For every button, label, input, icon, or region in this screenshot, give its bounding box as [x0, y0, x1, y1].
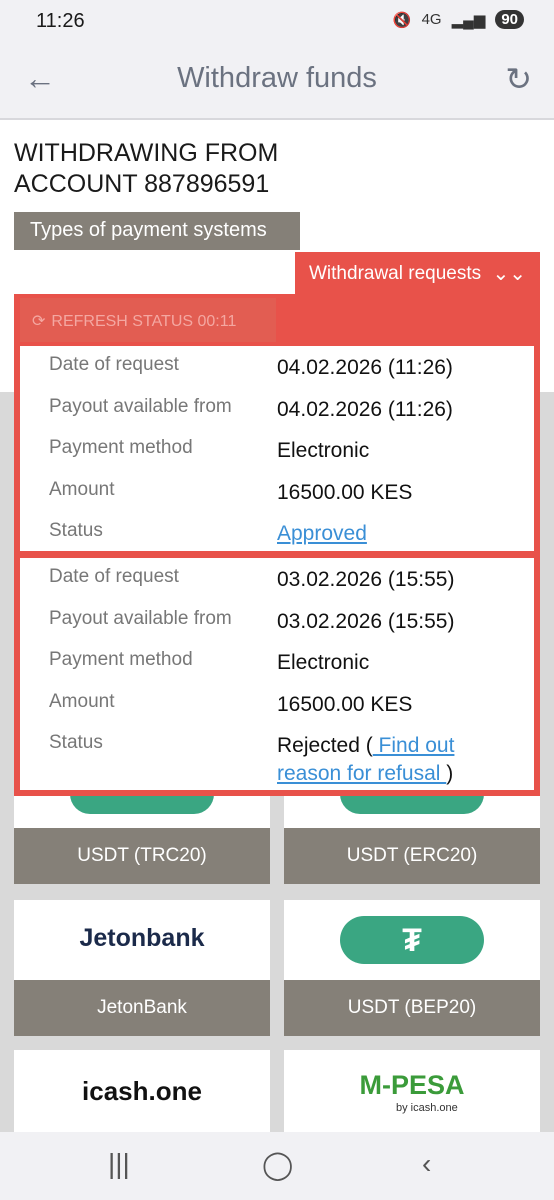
heading-line-2: ACCOUNT 887896591: [14, 170, 270, 198]
tab-types-of-payment-systems[interactable]: Types of payment systems: [14, 212, 300, 250]
refusal-reason-link[interactable]: Find out: [373, 734, 455, 757]
value-amount: 16500.00 KES: [277, 481, 413, 504]
jetonbank-logo: Jetonbank: [79, 924, 205, 952]
mpesa-logo: M-PESA: [359, 1070, 465, 1100]
status-suffix: ): [446, 762, 454, 785]
label-status: Status: [49, 732, 103, 753]
payment-tile-jetonbank[interactable]: Jetonbank: [14, 900, 270, 980]
tether-logo-icon: ₮: [340, 916, 484, 964]
refusal-reason-link[interactable]: reason for refusal: [277, 762, 446, 785]
mute-icon: 🔇: [392, 11, 412, 29]
label-date: Date of request: [49, 354, 179, 375]
battery-level: 90: [495, 10, 524, 29]
value-method: Electronic: [277, 439, 370, 462]
payment-label-jetonbank[interactable]: JetonBank: [14, 980, 270, 1036]
clock: 11:26: [36, 10, 85, 32]
label-amount: Amount: [49, 691, 115, 712]
status-rejected-text: Rejected (: [277, 734, 373, 757]
back-icon[interactable]: ‹: [422, 1148, 431, 1180]
label-method: Payment method: [49, 649, 193, 670]
tab-withdrawal-requests-label: Withdrawal requests: [309, 263, 482, 284]
withdrawal-request-card: Date of request 04.02.2026 (11:26) Payout…: [20, 346, 534, 551]
value-payout: 04.02.2026 (11:26): [277, 398, 453, 421]
recent-apps-icon[interactable]: |||: [108, 1148, 130, 1180]
payment-label-usdt-trc20[interactable]: USDT (TRC20): [14, 828, 270, 884]
payment-label-usdt-erc20[interactable]: USDT (ERC20): [284, 828, 540, 884]
withdrawal-requests-panel: ⟳ REFRESH STATUS 00:11 Date of request 04.…: [14, 294, 540, 796]
app-bar: ← Withdraw funds ↻: [0, 42, 554, 120]
payment-tile-mpesa[interactable]: M-PESA by icash.one: [284, 1050, 540, 1132]
label-payout: Payout available from: [49, 608, 232, 629]
value-amount: 16500.00 KES: [277, 693, 413, 716]
refresh-icon: ⟳: [32, 313, 46, 330]
double-chevron-down-icon: ⌄⌄: [492, 263, 526, 285]
value-payout: 03.02.2026 (15:55): [277, 610, 455, 633]
payment-tile-icash[interactable]: icash.one: [14, 1050, 270, 1132]
system-nav-bar: ||| ◯ ‹: [0, 1132, 554, 1200]
label-date: Date of request: [49, 566, 179, 587]
home-icon[interactable]: ◯: [262, 1148, 293, 1181]
tab-withdrawal-requests[interactable]: Withdrawal requests ⌄⌄: [295, 252, 540, 296]
label-payout: Payout available from: [49, 396, 232, 417]
refresh-status-label: REFRESH STATUS 00:11: [51, 313, 237, 330]
refresh-icon[interactable]: ↻: [505, 60, 532, 98]
icash-logo: icash.one: [82, 1076, 202, 1106]
signal-icon: ▂▄▆: [451, 11, 486, 29]
mpesa-logo-sub: by icash.one: [396, 1102, 458, 1114]
page-title: Withdraw funds: [177, 62, 377, 94]
withdraw-funds-screen: 11:26 🔇 4G ▂▄▆ 90 ← Withdraw funds ↻ WIT…: [0, 0, 554, 1200]
refresh-status-button[interactable]: ⟳ REFRESH STATUS 00:11: [20, 298, 276, 342]
network-label: 4G: [421, 11, 442, 28]
label-amount: Amount: [49, 479, 115, 500]
label-method: Payment method: [49, 437, 193, 458]
heading-line-1: WITHDRAWING FROM: [14, 139, 279, 167]
status-approved-link[interactable]: Approved: [277, 520, 367, 548]
value-date: 03.02.2026 (15:55): [277, 568, 455, 591]
status-rejected: Rejected ( Find out reason for refusal ): [277, 732, 517, 788]
payment-label-usdt-bep20[interactable]: USDT (BEP20): [284, 980, 540, 1036]
value-method: Electronic: [277, 651, 370, 674]
value-date: 04.02.2026 (11:26): [277, 356, 453, 379]
withdrawal-request-card: Date of request 03.02.2026 (15:55) Payout…: [20, 558, 534, 790]
account-heading: WITHDRAWING FROM ACCOUNT 887896591: [14, 138, 278, 200]
status-bar: 11:26 🔇 4G ▂▄▆ 90: [0, 0, 554, 42]
label-status: Status: [49, 520, 103, 541]
payment-tile-usdt-bep20[interactable]: ₮: [284, 900, 540, 980]
